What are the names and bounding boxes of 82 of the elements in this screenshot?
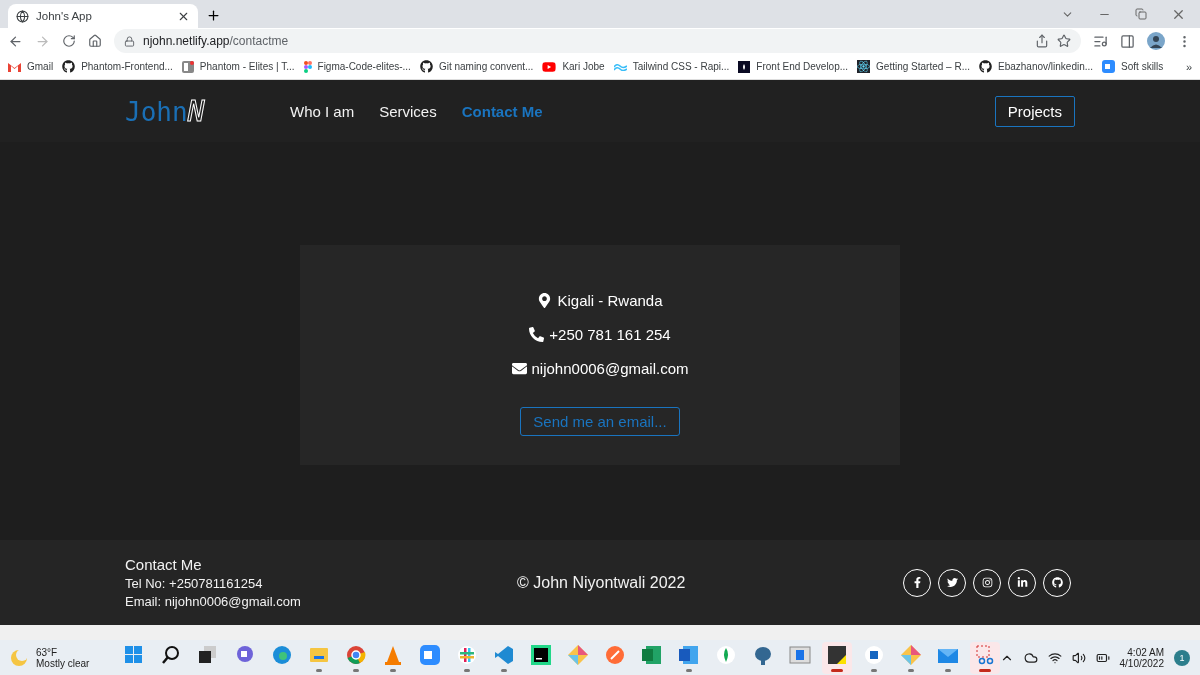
video-call-icon[interactable] [418, 643, 441, 666]
github-icon [62, 60, 76, 73]
bookmark[interactable]: Soft skills [1102, 60, 1164, 73]
notification-badge[interactable]: 1 [1174, 649, 1190, 666]
tab-title: John's App [36, 10, 93, 22]
atom-icon [857, 60, 871, 73]
playlist-icon[interactable] [1093, 33, 1108, 49]
edge-icon[interactable] [270, 643, 293, 666]
wave-icon [613, 62, 627, 71]
ide-icon[interactable] [529, 643, 552, 666]
wifi-icon[interactable] [1047, 650, 1062, 665]
bookmark[interactable]: Git naming convent... [419, 60, 534, 73]
youtube-icon [542, 59, 557, 74]
restore-icon[interactable] [1135, 8, 1147, 20]
reload-icon[interactable] [62, 34, 76, 48]
contact-text: +250 781 161 254 [549, 325, 671, 343]
app-icon[interactable] [862, 643, 885, 666]
moon-icon [10, 648, 28, 667]
code-editor-icon[interactable] [492, 643, 515, 666]
copyright: © John Niyontwali 2022 [517, 573, 687, 592]
bookmark[interactable]: Tailwind CSS - Rapi... [613, 61, 730, 72]
video-icon [1102, 60, 1116, 73]
leaf-icon[interactable] [714, 643, 737, 666]
bookmark[interactable]: Gmail [8, 61, 54, 72]
star-icon[interactable] [1057, 34, 1071, 48]
github-icon [1051, 577, 1063, 588]
globe-icon [16, 9, 29, 23]
camera-icon [981, 577, 993, 588]
mail-icon [8, 61, 21, 72]
more-bookmarks[interactable]: » [1185, 60, 1192, 73]
chrome-icon[interactable] [344, 643, 367, 666]
note-icon[interactable] [825, 643, 848, 666]
avatar-icon[interactable] [1147, 32, 1165, 50]
figma-icon [303, 60, 312, 73]
github-icon [979, 60, 992, 73]
bookmark[interactable]: Ebazhanov/linkedin... [979, 60, 1094, 73]
windows-icon[interactable] [122, 643, 145, 666]
share-icon[interactable] [1035, 34, 1049, 48]
linkedin-icon [1016, 577, 1028, 588]
window-icon[interactable] [788, 643, 811, 666]
projects-button[interactable]: Projects [994, 95, 1075, 127]
clock[interactable]: 4:02 AM 4/10/2022 [1119, 646, 1164, 669]
contact-text: Kigali - Rwanda [557, 291, 663, 309]
search-icon[interactable] [159, 643, 182, 666]
side-panel-icon[interactable] [1120, 33, 1135, 49]
document-icon[interactable] [677, 643, 700, 666]
contact-text: nijohn0006@gmail.com [531, 359, 689, 377]
cloud-icon[interactable] [1023, 650, 1038, 665]
bookmark[interactable]: Front End Develop... [738, 60, 849, 73]
board-icon [181, 60, 194, 73]
footer-phone: Tel No: +250781161254 [125, 576, 264, 591]
map-pin-icon [537, 292, 553, 308]
browser-tab[interactable]: John's App [8, 4, 198, 28]
home-icon[interactable] [88, 34, 102, 48]
diamond-icon[interactable] [566, 643, 589, 666]
spreadsheet-icon[interactable] [640, 643, 663, 666]
windows-stack-icon[interactable] [196, 643, 219, 666]
footer-title: Contact Me [125, 556, 203, 573]
bookmark[interactable]: Phantom-Frontend... [62, 60, 173, 73]
bookmark[interactable]: Kari Jobe [542, 59, 605, 74]
address-bar[interactable]: njohn.netlify.app/contactme [114, 29, 1081, 53]
volume-icon[interactable] [1071, 650, 1086, 665]
temperature: 63°F [36, 646, 59, 658]
phone-icon [529, 326, 545, 342]
nav-link[interactable]: Who I am [290, 102, 355, 120]
back-icon[interactable] [8, 33, 23, 49]
scissors-icon[interactable] [973, 643, 996, 666]
envelope-icon [511, 360, 527, 376]
url-text: njohn.netlify.app/contactme [143, 34, 289, 48]
github-icon [419, 60, 433, 73]
bookmark[interactable]: Phantom - Elites | T... [181, 60, 295, 73]
logo[interactable]: JohnN [125, 94, 290, 128]
footer-email: Email: nijohn0006@gmail.com [125, 594, 302, 609]
bookmark[interactable]: Getting Started – R... [857, 60, 970, 73]
bird-icon [946, 577, 958, 588]
diamond-icon[interactable] [899, 643, 922, 666]
weather-text: Mostly clear [36, 657, 90, 669]
new-tab-icon[interactable] [206, 8, 221, 23]
hash-icon[interactable] [455, 643, 478, 666]
nav-link[interactable]: Services [379, 102, 437, 120]
bookmark[interactable]: Figma-Code-elites-... [303, 60, 411, 73]
lock-icon [124, 35, 135, 47]
